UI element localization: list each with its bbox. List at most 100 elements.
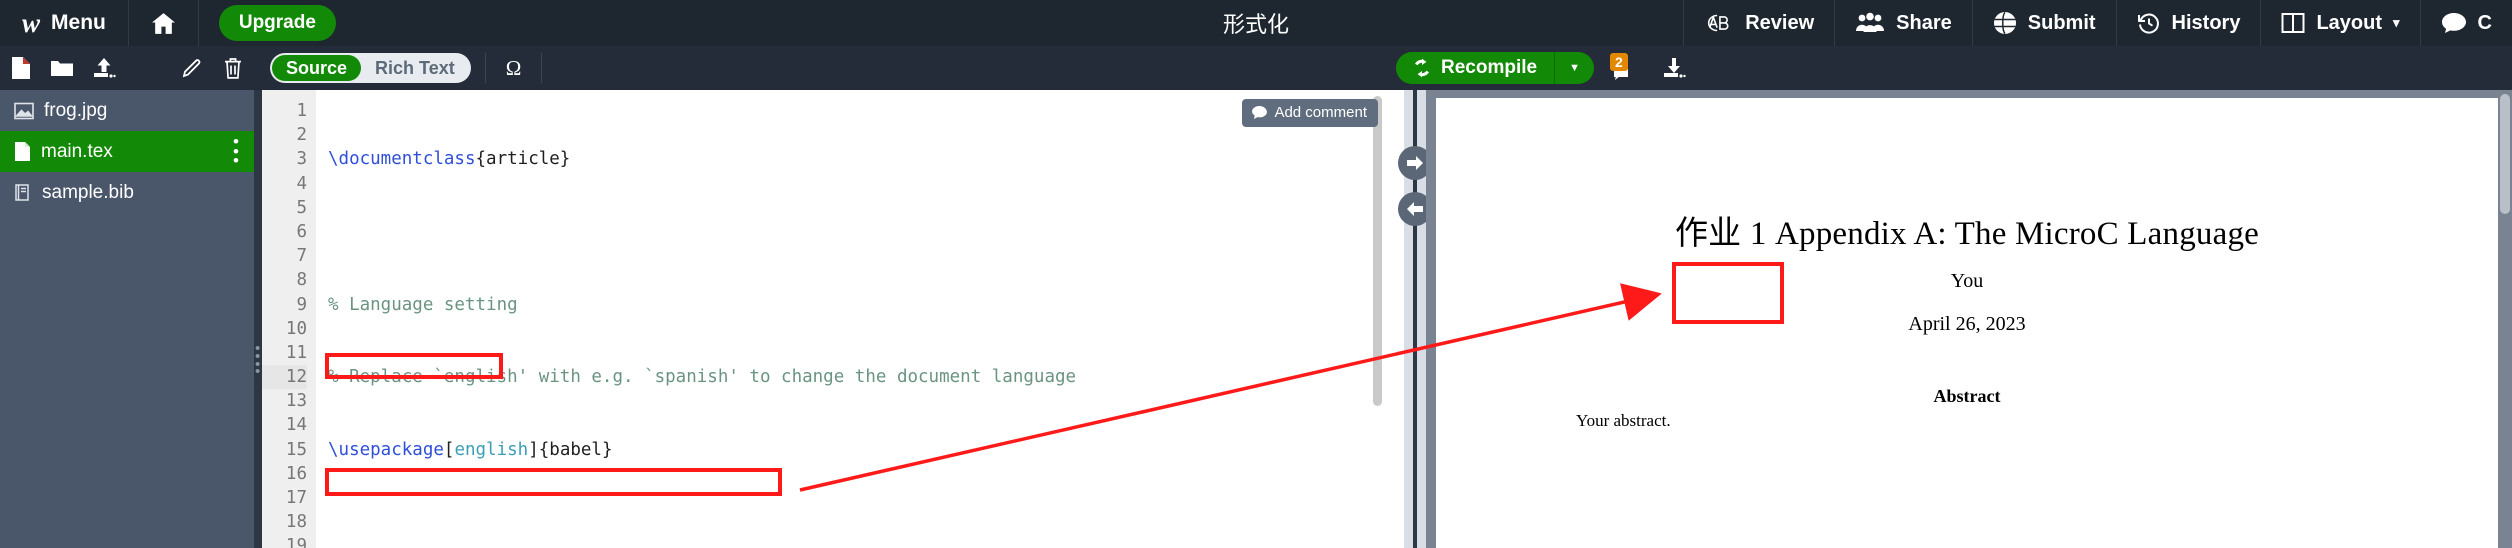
secondary-toolbar: Source Rich Text Ω Recompile ▼ 2 [0,46,2512,90]
line-number: 9 [296,294,307,315]
code-line-5[interactable]: \usepackage[english]{babel} [328,438,1386,462]
layout-columns-icon [2281,12,2305,34]
editor-drag-handle[interactable]: • • • • [255,341,260,379]
code-line-4[interactable]: % Replace `english' with e.g. `spanish' … [328,365,1386,389]
recompile-main[interactable]: Recompile [1396,57,1554,79]
chat-bubble-icon [2441,12,2467,34]
source-mode-tab[interactable]: Source [272,55,362,81]
file-name: sample.bib [42,181,134,203]
line-number: 10 [285,318,307,339]
pdf-title-rest: Appendix A: The MicroC Language [1775,216,2259,252]
review-button[interactable]: Review [1683,0,1834,46]
editor-vertical-scrollbar[interactable] [1373,96,1382,406]
file-name: frog.jpg [44,99,108,121]
recompile-label: Recompile [1441,57,1538,78]
line-number-gutter: 1 2 3 4 5 6 7 8 9 10 11 12 13 14 15 16 1… [262,90,316,548]
line-number: 19 [285,536,307,548]
line-number: 16 [285,463,307,484]
top-navigation-bar: w Menu Upgrade 形式化 Review Share Submit H… [0,0,2512,46]
pdf-preview-panel[interactable]: 作业 1 Appendix A: The MicroC Language You… [1426,90,2512,548]
line-number: 5 [296,197,307,218]
line-number-active: 12 [262,365,307,390]
line-number: 17 [285,488,307,508]
line-number: 2 [296,125,307,146]
file-tree-item-main-tex[interactable]: main.tex • • • [0,131,254,172]
editor-gutter-strip: • • • • [254,90,262,548]
file-name: main.tex [41,140,113,162]
recompile-group: Recompile ▼ 2 [1396,46,1696,90]
pdf-document-title: 作业 1 Appendix A: The MicroC Language [1436,206,2498,254]
line-number: 11 [285,342,307,363]
line-number: 14 [285,415,307,436]
overleaf-logo-icon: w [22,7,41,38]
top-nav-right-group: Review Share Submit History Layout ▾ C [1683,0,2512,46]
history-button[interactable]: History [2115,0,2261,46]
line-number: 15 [285,439,307,460]
file-tree-item-frog-jpg[interactable]: frog.jpg [0,90,254,131]
editor-mode-group: Source Rich Text Ω [254,46,543,90]
share-people-icon [1855,12,1885,34]
pdf-vertical-scrollbar[interactable] [2500,94,2510,214]
history-clock-icon [2137,11,2161,35]
upload-icon[interactable] [83,46,125,90]
pdf-abstract-body: Your abstract. [1576,411,1671,430]
recompile-dropdown-caret[interactable]: ▼ [1554,52,1594,84]
upgrade-button[interactable]: Upgrade [218,5,336,41]
code-line-3[interactable]: % Language setting [328,293,1386,317]
line-number: 4 [296,173,307,194]
home-icon [151,12,176,35]
bib-file-icon [14,183,32,202]
chat-button[interactable]: C [2419,0,2512,46]
pdf-title-cjk: 作业 1 [1674,216,1767,252]
submit-button[interactable]: Submit [1971,0,2116,46]
symbol-palette-button[interactable]: Ω [484,53,543,83]
add-comment-button[interactable]: Add comment [1242,99,1378,127]
image-file-icon [14,102,34,120]
pdf-page: 作业 1 Appendix A: The MicroC Language You… [1436,98,2498,548]
richtext-mode-tab[interactable]: Rich Text [361,55,469,81]
line-number: 6 [296,221,307,242]
pdf-author: You [1950,270,1984,292]
code-lines[interactable]: \documentclass{article} % Language setti… [316,90,1386,548]
code-line-1[interactable]: \documentclass{article} [328,147,1386,171]
delete-trash-icon[interactable] [212,46,254,90]
menu-button[interactable]: w Menu [0,0,129,46]
review-label: Review [1745,11,1815,34]
download-pdf-icon[interactable] [1652,46,1696,90]
layout-button[interactable]: Layout ▾ [2260,0,2419,46]
code-area[interactable]: 1 2 3 4 5 6 7 8 9 10 11 12 13 14 15 16 1… [262,90,1386,548]
menu-label: Menu [51,11,106,34]
chevron-down-icon: ▾ [2393,15,2400,30]
new-folder-icon[interactable] [42,46,84,90]
file-tree-panel: frog.jpg main.tex • • • sample.bib [0,90,254,548]
home-button[interactable] [129,0,199,46]
kebab-menu-icon[interactable]: • • • [233,133,240,169]
line-number: 1 [296,101,307,121]
review-ab-icon [1704,12,1734,34]
chat-label: C [2477,11,2492,34]
line-number: 7 [296,246,307,267]
layout-label: Layout [2316,11,2383,34]
line-number: 3 [296,149,307,170]
code-editor-panel[interactable]: • • • • 1 2 3 4 5 6 7 8 9 10 11 12 13 14 15… [254,90,1404,548]
source-richtext-toggle: Source Rich Text [270,53,471,83]
logs-count-badge: 2 [1609,53,1628,72]
logs-button[interactable]: 2 [1608,53,1638,83]
tex-file-icon [14,141,31,162]
pdf-page-content: 作业 1 Appendix A: The MicroC Language You… [1436,98,2498,548]
rename-pencil-icon[interactable] [171,46,213,90]
recompile-button[interactable]: Recompile ▼ [1396,52,1594,84]
code-line-2[interactable] [328,220,1386,244]
comment-bubble-icon [1252,106,1268,119]
panel-splitter[interactable] [1398,90,1432,548]
recompile-refresh-icon [1412,58,1432,78]
share-label: Share [1896,11,1952,34]
new-file-icon[interactable] [0,46,42,90]
history-label: History [2171,11,2241,34]
code-line-6[interactable] [328,510,1386,534]
line-number: 8 [296,270,307,291]
share-button[interactable]: Share [1834,0,1972,46]
line-number: 18 [285,512,307,533]
file-tree-item-sample-bib[interactable]: sample.bib [0,172,254,213]
pdf-abstract-heading: Abstract [1933,386,2001,406]
